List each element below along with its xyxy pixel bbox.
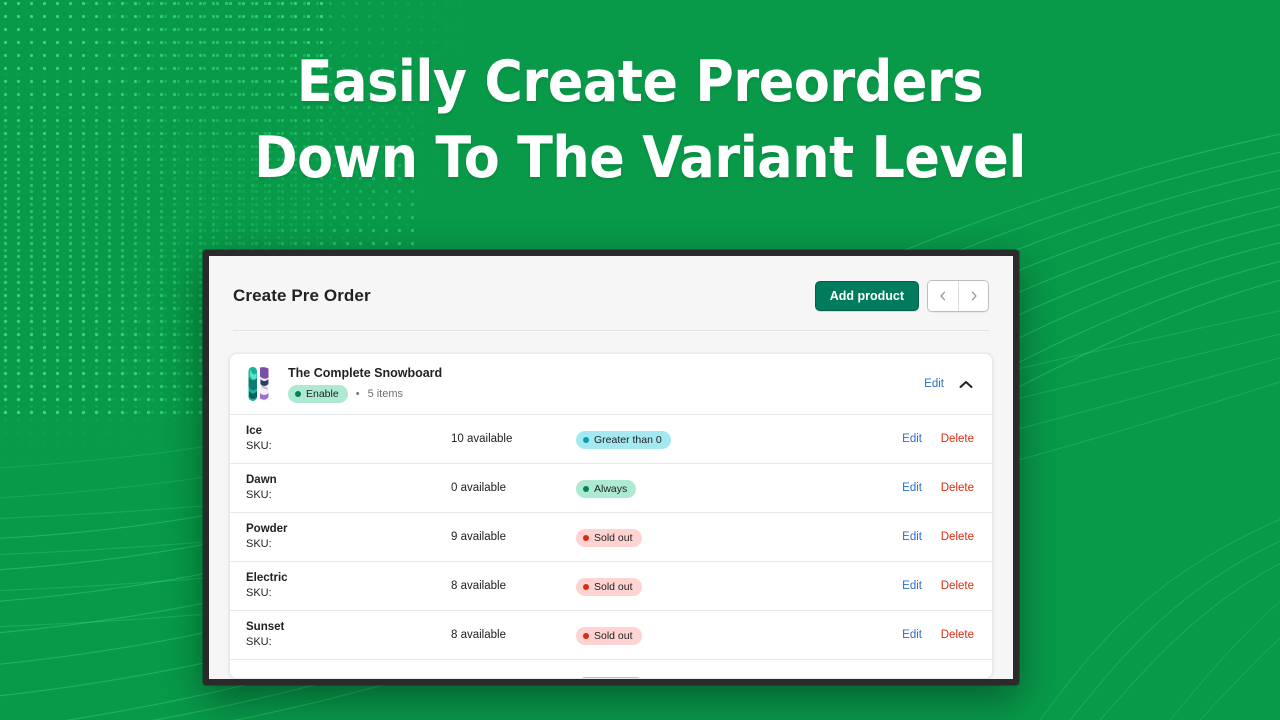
page-title: Create Pre Order: [233, 286, 371, 305]
variant-status-badge: Sold out: [576, 528, 642, 547]
variant-rows: Ice SKU: 10 available Greater than 0 Edit Del…: [230, 415, 992, 660]
card-footer: [230, 660, 992, 679]
variant-sku-label: SKU:: [246, 440, 272, 452]
promo-banner: Easily Create Preorders Down To The Vari…: [0, 0, 1280, 720]
header-divider: [233, 330, 989, 331]
variant-status-label: Sold out: [594, 629, 633, 642]
variant-delete-link[interactable]: Delete: [937, 482, 974, 494]
variant-stock-cell: 8 available: [451, 629, 506, 641]
variant-status-badge: Always: [576, 479, 637, 498]
variant-sku-label: SKU:: [246, 587, 272, 599]
variant-title: Sunset: [246, 621, 285, 633]
variant-name-cell: Sunset SKU:: [246, 620, 451, 650]
variant-row-actions: Edit Delete: [900, 433, 974, 445]
variant-name-cell: Ice SKU:: [246, 424, 451, 454]
variant-edit-link[interactable]: Edit: [900, 433, 922, 445]
variant-stock-cell: 10 available: [451, 433, 513, 445]
variant-row-actions: Edit Delete: [900, 580, 974, 592]
product-status-label: Enable: [306, 387, 339, 400]
chevron-left-icon: [940, 291, 946, 301]
header-actions: Add product: [814, 280, 989, 312]
add-product-button[interactable]: Add product: [814, 280, 919, 312]
chevron-up-icon: [959, 380, 973, 388]
footer-prev-page-button[interactable]: [581, 678, 611, 679]
product-header-row: The Complete Snowboard Enable • 5 items …: [230, 354, 992, 415]
variant-sku-label: SKU:: [246, 489, 272, 501]
variant-sku-label: SKU:: [246, 636, 272, 648]
app-page: Create Pre Order Add product The Complet…: [209, 256, 1013, 679]
variant-title: Dawn: [246, 474, 277, 486]
variant-status-label: Sold out: [594, 531, 633, 544]
variant-status-badge: Greater than 0: [576, 430, 671, 449]
variant-stock-cell: 9 available: [451, 531, 506, 543]
product-collapse-toggle[interactable]: [958, 376, 974, 392]
header-pagination: [927, 280, 989, 312]
variant-edit-link[interactable]: Edit: [900, 531, 922, 543]
variant-badge-cell: Sold out: [576, 528, 900, 547]
variant-stock-cell: 0 available: [451, 482, 506, 494]
product-meta: The Complete Snowboard Enable • 5 items: [288, 366, 924, 403]
product-name: The Complete Snowboard: [288, 365, 443, 380]
product-edit-link[interactable]: Edit: [924, 378, 944, 390]
app-window-frame: Create Pre Order Add product The Complet…: [203, 250, 1019, 685]
page-header: Create Pre Order Add product: [209, 256, 1013, 312]
variant-sku-label: SKU:: [246, 538, 272, 550]
variant-row-actions: Edit Delete: [900, 629, 974, 641]
table-row: Powder SKU: 9 available Sold out Edit Delete: [230, 513, 992, 562]
footer-pagination: [580, 677, 642, 679]
status-dot-icon: [583, 583, 589, 590]
product-card: The Complete Snowboard Enable • 5 items …: [229, 353, 993, 679]
hero-headline: Easily Create Preorders Down To The Vari…: [51, 44, 1229, 196]
variant-status-badge: Sold out: [576, 626, 642, 645]
table-row: Electric SKU: 8 available Sold out Edit Delet…: [230, 562, 992, 611]
variant-delete-link[interactable]: Delete: [937, 531, 974, 543]
variant-delete-link[interactable]: Delete: [937, 580, 974, 592]
product-subline: Enable • 5 items: [288, 384, 924, 403]
variant-name-cell: Electric SKU:: [246, 571, 451, 601]
variant-status-label: Sold out: [594, 580, 633, 593]
status-dot-icon: [583, 485, 589, 492]
variant-badge-cell: Sold out: [576, 577, 900, 596]
variant-edit-link[interactable]: Edit: [900, 580, 922, 592]
chevron-right-icon: [971, 291, 977, 301]
product-items-count: 5 items: [367, 387, 404, 400]
variant-title: Powder: [246, 523, 288, 535]
status-dot-icon: [583, 632, 589, 639]
product-thumbnail: [246, 365, 272, 403]
table-row: Sunset SKU: 8 available Sold out Edit Delete: [230, 611, 992, 660]
bullet-separator: •: [355, 387, 360, 400]
variant-stock-cell: 8 available: [451, 580, 506, 592]
variant-badge-cell: Greater than 0: [576, 430, 900, 449]
header-prev-page-button[interactable]: [928, 281, 958, 311]
variant-status-label: Always: [594, 482, 628, 495]
variant-badge-cell: Sold out: [576, 626, 900, 645]
variant-edit-link[interactable]: Edit: [900, 629, 922, 641]
product-status-badge: Enable: [288, 384, 348, 403]
product-row-actions: Edit: [924, 376, 974, 392]
hero-headline-line-2: Down To The Variant Level: [254, 125, 1026, 191]
header-next-page-button[interactable]: [958, 281, 988, 311]
variant-name-cell: Dawn SKU:: [246, 473, 451, 503]
variant-row-actions: Edit Delete: [900, 482, 974, 494]
variant-delete-link[interactable]: Delete: [937, 629, 974, 641]
snowboard-pair-thumbnail: [246, 365, 272, 403]
variant-row-actions: Edit Delete: [900, 531, 974, 543]
status-dot-icon: [583, 436, 589, 443]
variant-status-badge: Sold out: [576, 577, 642, 596]
variant-badge-cell: Always: [576, 479, 900, 498]
status-dot-icon: [583, 534, 589, 541]
variant-edit-link[interactable]: Edit: [900, 482, 922, 494]
hero-headline-line-1: Easily Create Preorders: [296, 49, 984, 115]
variant-status-label: Greater than 0: [594, 433, 662, 446]
variant-name-cell: Powder SKU:: [246, 522, 451, 552]
status-dot-icon: [295, 390, 301, 397]
table-row: Dawn SKU: 0 available Always Edit Delete: [230, 464, 992, 513]
footer-next-page-button[interactable]: [611, 678, 641, 679]
variant-delete-link[interactable]: Delete: [937, 433, 974, 445]
variant-title: Electric: [246, 572, 288, 584]
table-row: Ice SKU: 10 available Greater than 0 Edit Del…: [230, 415, 992, 464]
variant-title: Ice: [246, 425, 262, 437]
